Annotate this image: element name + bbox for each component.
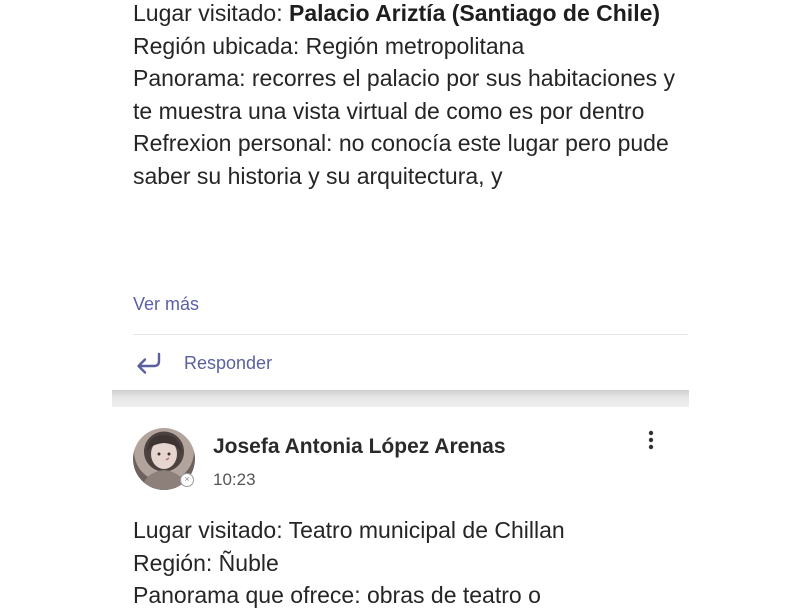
author-name[interactable]: Josefa Antonia López Arenas [213,435,506,459]
truncation-fade [0,255,800,275]
reply-button[interactable]: Responder [133,348,272,378]
place-value: Palacio Ariztía (Santiago de Chile) [288,0,661,26]
vertical-ellipsis-icon[interactable] [641,429,661,453]
message-separator [112,390,689,407]
message-line: Refrexion personal: no conocía este luga… [133,130,669,189]
divider [133,334,688,335]
message-line: Región: Ñuble [133,549,279,576]
message-card-1: Lugar visitado: Palacio Ariztía (Santiag… [0,0,800,392]
reply-label: Responder [184,352,273,373]
status-away-icon: × [180,473,194,487]
message-body-2: Lugar visitado: Teatro municipal de Chil… [133,514,693,612]
message-body-1: Lugar visitado: Palacio Ariztía (Santiag… [133,0,693,272]
reply-arrow-icon [137,352,161,374]
timestamp: 10:23 [213,470,256,489]
message-line: Lugar visitado: Teatro municipal de Chil… [133,517,565,543]
see-more-link[interactable]: Ver más [133,294,199,315]
message-line: Región ubicada: Región metropolitana [133,32,525,59]
message-line: Panorama que ofrece: obras de teatro o [133,582,541,608]
message-line: Panorama: recorres el palacio por sus ha… [133,65,676,124]
message-line: Lugar visitado: Palacio Ariztía (Santiag… [133,0,693,30]
message-card-2: × Josefa Antonia López Arenas 10:23 Luga… [0,407,800,608]
place-label: Lugar visitado: [133,0,289,26]
